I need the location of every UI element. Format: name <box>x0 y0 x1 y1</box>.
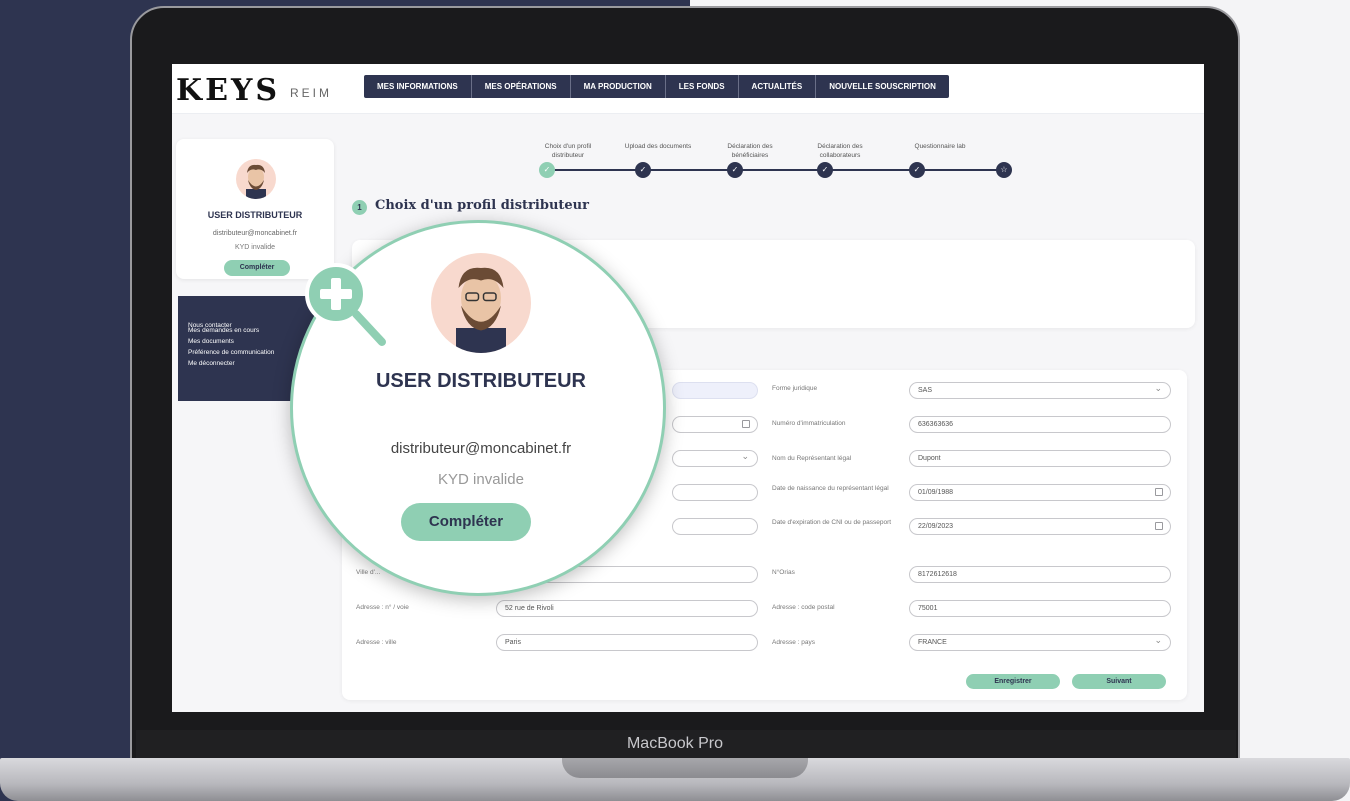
field-label-pays: Adresse : pays <box>772 639 815 646</box>
step-label-2: Upload des documents <box>624 143 692 150</box>
nav-item-les-fonds[interactable]: LES FONDS <box>666 75 739 98</box>
stepper: Choix d'un profil distributeur Upload de… <box>532 142 1012 182</box>
step-label-5: Questionnaire lab <box>914 143 966 150</box>
field-label-orias: N°Orias <box>772 569 795 576</box>
next-button[interactable]: Suivant <box>1072 674 1166 689</box>
nav-item-mes-informations[interactable]: MES INFORMATIONS <box>364 75 472 98</box>
profile-name: USER DISTRIBUTEUR <box>207 210 303 220</box>
magnified-profile-name: USER DISTRIBUTEUR <box>375 370 586 392</box>
step-2-check-icon[interactable]: ✓ <box>635 162 651 178</box>
field-label-code-postal: Adresse : code postal <box>772 604 835 611</box>
field-left-4[interactable] <box>672 484 758 501</box>
avatar-large <box>431 253 531 353</box>
field-left-1[interactable] <box>672 382 758 399</box>
main-nav: MES INFORMATIONS MES OPÉRATIONS MA PRODU… <box>364 75 949 98</box>
device-label: MacBook Pro <box>626 735 724 752</box>
step-final-star-icon[interactable]: ☆ <box>996 162 1012 178</box>
date-expiration-value: 22/09/2023 <box>918 523 954 530</box>
field-label-expiration: Date d'expiration de CNI ou de passeport <box>772 519 892 526</box>
section-title: Choix d'un profil distributeur <box>375 198 589 213</box>
field-voie[interactable]: 52 rue de Rivoli <box>496 600 758 617</box>
field-left-5[interactable] <box>672 518 758 535</box>
field-label-voie: Adresse : n° / voie <box>356 604 409 611</box>
magnified-kyd-status: KYD invalide <box>438 471 524 488</box>
avatar <box>236 159 276 199</box>
magnified-complete-button[interactable]: Compléter <box>401 503 531 541</box>
save-button[interactable]: Enregistrer <box>966 674 1060 689</box>
field-label-immat: Numéro d'immatriculation <box>772 420 846 427</box>
magnified-profile-email: distributeur@moncabinet.fr <box>390 440 572 457</box>
step-label-4: Déclaration des collaborateurs <box>817 143 863 159</box>
laptop-notch <box>562 758 808 778</box>
field-left-2[interactable] <box>672 416 758 433</box>
field-date-expiration[interactable]: 22/09/2023 <box>909 518 1171 535</box>
top-bar: KEYS REIM MES INFORMATIONS MES OPÉRATION… <box>172 64 1204 114</box>
field-label-ville-adresse: Adresse : ville <box>356 639 397 646</box>
kyd-status: KYD invalide <box>234 244 276 251</box>
nav-item-actualites[interactable]: ACTUALITÉS <box>739 75 817 98</box>
field-ville-adresse[interactable]: Paris <box>496 634 758 651</box>
nav-item-nouvelle-souscription[interactable]: NOUVELLE SOUSCRIPTION <box>816 75 949 98</box>
field-immatriculation[interactable]: 636363636 <box>909 416 1171 433</box>
field-label-ville: Ville d'... <box>356 569 381 576</box>
step-3-check-icon[interactable]: ✓ <box>727 162 743 178</box>
step-label-1: Choix d'un profil distributeur <box>544 143 592 159</box>
field-label-representant: Nom du Représentant légal <box>772 455 852 462</box>
field-pays[interactable]: FRANCE <box>909 633 1171 651</box>
step-5-check-icon[interactable]: ✓ <box>909 162 925 178</box>
zoom-in-icon <box>305 263 386 346</box>
stepper-line <box>546 169 1002 171</box>
field-date-naissance[interactable]: 01/09/1988 <box>909 484 1171 501</box>
profile-email: distributeur@moncabinet.fr <box>212 230 298 237</box>
field-label-naissance: Date de naissance du représentant légal <box>772 485 889 492</box>
complete-button[interactable]: Compléter <box>224 260 290 276</box>
logo-sub: REIM <box>290 86 332 100</box>
logo: KEYS <box>176 73 281 108</box>
field-orias[interactable]: 8172612618 <box>909 566 1171 583</box>
field-representant[interactable]: Dupont <box>909 450 1171 467</box>
nav-item-ma-production[interactable]: MA PRODUCTION <box>571 75 666 98</box>
field-code-postal[interactable]: 75001 <box>909 600 1171 617</box>
calendar-icon <box>1155 488 1163 496</box>
date-naissance-value: 01/09/1988 <box>918 489 954 496</box>
nav-item-mes-operations[interactable]: MES OPÉRATIONS <box>472 75 571 98</box>
field-forme-juridique[interactable]: SAS <box>909 381 1171 399</box>
calendar-icon <box>1155 522 1163 530</box>
calendar-icon <box>742 420 750 428</box>
field-label-forme: Forme juridique <box>772 385 818 392</box>
step-label-3: Déclaration des bénéficiaires <box>727 143 773 159</box>
section-number: 1 <box>352 200 367 215</box>
step-4-check-icon[interactable]: ✓ <box>817 162 833 178</box>
step-1-check-icon[interactable]: ✓ <box>539 162 555 178</box>
field-left-3[interactable] <box>672 449 758 467</box>
